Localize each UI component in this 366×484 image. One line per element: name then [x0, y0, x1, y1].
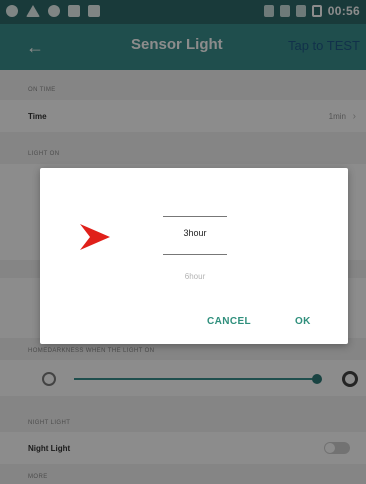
- picker-top-divider: [163, 216, 227, 217]
- duration-picker-dialog: 3hour 6hour CANCEL OK: [40, 168, 348, 344]
- pointer-arrow-icon: [80, 224, 110, 250]
- ok-button[interactable]: OK: [295, 316, 311, 327]
- picker-bottom-divider: [163, 254, 227, 255]
- cancel-button[interactable]: CANCEL: [207, 316, 251, 327]
- picker-next-value[interactable]: 6hour: [163, 272, 227, 281]
- picker-selected-value[interactable]: 3hour: [163, 228, 227, 238]
